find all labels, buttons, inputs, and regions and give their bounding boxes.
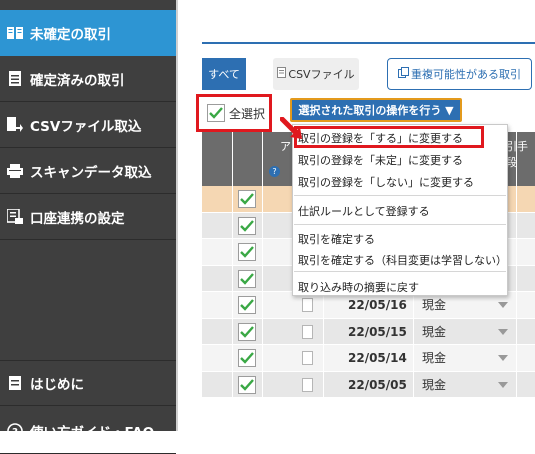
checkmark-icon — [240, 299, 254, 311]
sidebar-item-account-link[interactable]: 口座連携の設定 — [0, 194, 176, 240]
menu-item-confirm[interactable]: 取引を確定する — [298, 231, 375, 247]
sidebar: 未確定の取引 確定済みの取引 CSVファイル取込 スキャンデータ取込 口座連携の… — [0, 0, 178, 454]
document-icon[interactable] — [302, 351, 313, 365]
menu-item-register-yes[interactable]: 取引の登録を「する」に変更する — [298, 130, 463, 146]
document-icon — [6, 374, 24, 392]
document-icon[interactable] — [302, 298, 313, 312]
chevron-down-icon[interactable] — [498, 302, 508, 308]
row-checkbox[interactable] — [238, 349, 256, 367]
svg-text:?: ? — [12, 427, 18, 438]
checkmark-icon — [240, 325, 254, 338]
tab-all[interactable]: すべて — [202, 58, 246, 90]
column-header-payment-method: 引手段 — [506, 140, 528, 169]
csv-file-icon — [277, 67, 287, 81]
sidebar-item-csv-import[interactable]: CSVファイル取込 — [0, 102, 176, 148]
row-date: 22/05/15 — [348, 324, 407, 339]
row-date: 22/05/14 — [348, 351, 407, 365]
row-checkbox[interactable] — [238, 296, 256, 314]
sidebar-item-getting-started[interactable]: はじめに — [0, 360, 176, 406]
book-icon — [6, 24, 24, 42]
document-icon[interactable] — [302, 377, 313, 392]
checkmark-icon — [240, 352, 254, 364]
checkmark-icon — [240, 193, 254, 205]
sidebar-item-label: 未確定の取引 — [30, 27, 111, 43]
row-payment-method[interactable]: 現金 — [422, 319, 446, 345]
sidebar-item-scan-import[interactable]: スキャンデータ取込 — [0, 148, 176, 194]
tab-csv-label: CSVファイル — [288, 68, 355, 81]
chevron-down-icon[interactable] — [498, 328, 508, 335]
table-row[interactable]: 22/05/05 現金 — [202, 371, 535, 398]
row-checkbox[interactable] — [238, 322, 256, 341]
checkmark-icon — [240, 378, 254, 391]
checkmark-icon — [209, 107, 223, 119]
menu-item-confirm-no-learning[interactable]: 取引を確定する（科目変更は学習しない） — [298, 252, 507, 268]
row-date: 22/05/05 — [348, 377, 407, 392]
row-checkbox[interactable] — [238, 243, 256, 261]
menu-item-save-rule[interactable]: 仕訳ルールとして登録する — [298, 203, 430, 219]
chevron-down-icon[interactable] — [498, 355, 508, 361]
table-row[interactable]: 22/05/15 現金 — [202, 318, 535, 345]
row-checkbox[interactable] — [238, 375, 256, 394]
menu-item-register-undecided[interactable]: 取引の登録を「未定」に変更する — [298, 152, 463, 168]
checkbox[interactable] — [207, 104, 225, 122]
column-divider — [262, 132, 263, 402]
menu-item-restore-description[interactable]: 取り込み時の摘要に戻す — [298, 279, 419, 295]
divider — [202, 42, 535, 44]
sidebar-item-guide-faq[interactable]: ? 使い方ガイド・FAQ — [0, 408, 176, 454]
sidebar-item-label: 口座連携の設定 — [30, 210, 125, 227]
column-divider — [232, 132, 233, 402]
document-icon — [6, 70, 24, 88]
row-checkbox[interactable] — [238, 216, 256, 235]
select-all-checkbox[interactable]: 全選択 — [196, 94, 272, 132]
arrow-annotation-icon — [280, 117, 302, 139]
chevron-down-icon[interactable] — [498, 381, 508, 388]
bulk-operation-menu: 取引の登録を「する」に変更する 取引の登録を「未定」に変更する 取引の登録を「し… — [292, 124, 508, 296]
checkmark-icon — [240, 219, 254, 232]
menu-divider — [294, 271, 506, 272]
copy-icon — [398, 67, 409, 81]
sidebar-item-label: はじめに — [30, 377, 84, 393]
menu-divider — [294, 224, 506, 225]
menu-item-register-no[interactable]: 取引の登録を「しない」に変更する — [298, 174, 474, 190]
table-row[interactable]: 22/05/14 現金 — [202, 345, 535, 372]
row-payment-method[interactable]: 現金 — [422, 345, 446, 371]
sidebar-item-unconfirmed[interactable]: 未確定の取引 — [0, 10, 176, 56]
tab-duplicate-label: 重複可能性がある取引 — [411, 68, 521, 81]
menu-divider — [294, 195, 506, 196]
column-divider — [516, 132, 517, 402]
sidebar-item-label: スキャンデータ取込 — [30, 164, 152, 181]
checkmark-icon — [240, 246, 254, 258]
tab-csv[interactable]: CSVファイル — [273, 58, 359, 90]
checkmark-icon — [240, 272, 254, 285]
row-checkbox[interactable] — [238, 190, 256, 208]
file-import-icon — [6, 116, 24, 134]
document-icon[interactable] — [302, 324, 313, 339]
sidebar-item-label: 確定済みの取引 — [30, 72, 125, 89]
sidebar-item-label: CSVファイル取込 — [30, 118, 142, 135]
help-icon[interactable]: ? — [269, 166, 280, 177]
bulk-operation-button[interactable]: 選択された取引の操作を行う ▼ — [290, 98, 462, 122]
select-all-label: 全選択 — [229, 106, 266, 121]
sidebar-item-confirmed[interactable]: 確定済みの取引 — [0, 56, 176, 102]
scanner-icon — [6, 162, 24, 180]
row-checkbox[interactable] — [238, 269, 256, 288]
bank-account-icon — [6, 208, 24, 226]
tab-duplicate[interactable]: 重複可能性がある取引 — [387, 58, 532, 90]
row-payment-method[interactable]: 現金 — [422, 372, 446, 398]
